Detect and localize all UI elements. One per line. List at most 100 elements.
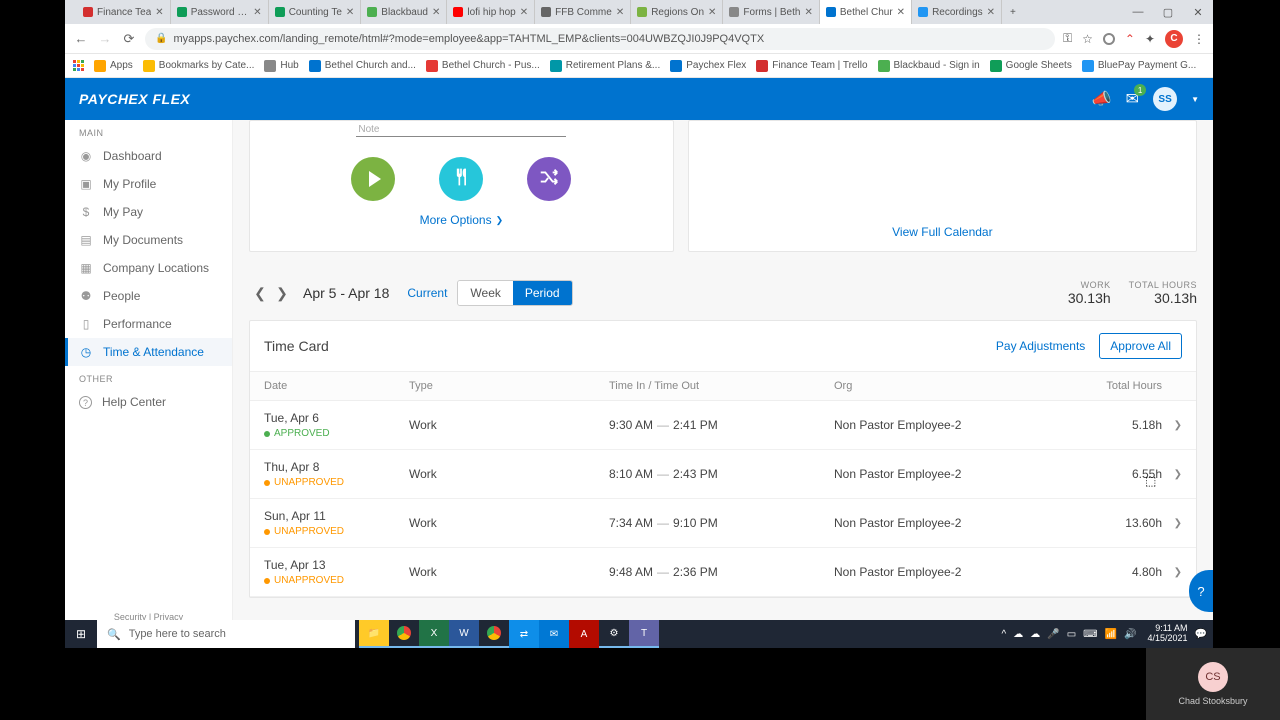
maximize-button[interactable]: ▢ [1153, 6, 1183, 19]
tray-mic-icon[interactable]: 🎤 [1047, 629, 1059, 640]
tray-chevron-icon[interactable]: ^ [1002, 629, 1007, 640]
current-link[interactable]: Current [407, 286, 447, 300]
user-avatar[interactable]: SS [1153, 87, 1177, 111]
prev-period-button[interactable]: ❮ [249, 285, 271, 302]
tab-close-icon[interactable]: ✕ [520, 7, 528, 18]
tab-close-icon[interactable]: ✕ [897, 7, 905, 18]
task-word[interactable]: W [449, 620, 479, 648]
sidebar-item[interactable]: ⚉People [65, 282, 232, 310]
task-settings[interactable]: ⚙ [599, 620, 629, 648]
bookmark-item[interactable]: Bethel Church - Pus... [426, 60, 540, 72]
bookmark-item[interactable]: Google Sheets [990, 60, 1072, 72]
pay-adjustments-link[interactable]: Pay Adjustments [996, 339, 1085, 353]
tab-close-icon[interactable]: ✕ [804, 7, 812, 18]
tab-close-icon[interactable]: ✕ [708, 7, 716, 18]
tray-keyboard-icon[interactable]: ⌨ [1083, 629, 1097, 640]
help-fab[interactable]: ? [1189, 570, 1213, 612]
browser-tab[interactable]: Blackbaud✕ [361, 0, 447, 24]
bookmark-item[interactable]: Apps [94, 60, 133, 72]
bookmark-item[interactable]: Blackbaud - Sign in [878, 60, 980, 72]
sidebar-item[interactable]: ▦Company Locations [65, 254, 232, 282]
bookmark-item[interactable]: Finance Team | Trello [756, 60, 867, 72]
chevron-right-icon[interactable]: ❯ [1162, 420, 1182, 431]
task-chrome-2[interactable] [479, 620, 509, 648]
task-excel[interactable]: X [419, 620, 449, 648]
tray-volume-icon[interactable]: 🔊 [1124, 629, 1136, 640]
week-toggle[interactable]: Week [458, 281, 512, 305]
transfer-button[interactable] [527, 157, 571, 201]
sidebar-item[interactable]: ▯Performance [65, 310, 232, 338]
extension-icon-2[interactable]: ⌃ [1125, 32, 1135, 46]
tray-cloud-icon[interactable]: ☁ [1030, 629, 1040, 640]
sidebar-item-help[interactable]: ? Help Center [65, 388, 232, 416]
sidebar-item[interactable]: ◉Dashboard [65, 142, 232, 170]
sidebar-item[interactable]: $My Pay [65, 198, 232, 226]
star-icon[interactable]: ☆ [1082, 32, 1093, 46]
messages-icon[interactable]: ✉ 1 [1126, 89, 1139, 109]
task-outlook[interactable]: ✉ [539, 620, 569, 648]
announcements-icon[interactable]: 📣 [1092, 89, 1112, 109]
close-window-button[interactable]: ✕ [1183, 6, 1213, 19]
approve-all-button[interactable]: Approve All [1099, 333, 1182, 359]
chevron-right-icon[interactable]: ❯ [1162, 518, 1182, 529]
new-tab-button[interactable]: + [1002, 7, 1024, 18]
menu-icon[interactable]: ⋮ [1193, 32, 1205, 46]
tab-close-icon[interactable]: ✕ [987, 7, 995, 18]
sidebar-item[interactable]: ▤My Documents [65, 226, 232, 254]
taskbar-search[interactable]: 🔍 Type here to search [97, 620, 355, 648]
bookmark-item[interactable]: Bookmarks by Cate... [143, 60, 255, 72]
more-options-link[interactable]: More Options ❯ [420, 213, 504, 227]
minimize-button[interactable]: — [1123, 6, 1153, 19]
tab-close-icon[interactable]: ✕ [346, 7, 354, 18]
task-teamviewer[interactable]: ⇄ [509, 620, 539, 648]
tray-battery-icon[interactable]: ▭ [1067, 629, 1076, 640]
timecard-row[interactable]: Thu, Apr 8 UNAPPROVED Work 8:10 AM—2:43 … [250, 450, 1196, 499]
tray-onedrive-icon[interactable]: ☁ [1013, 629, 1023, 640]
task-acrobat[interactable]: A [569, 620, 599, 648]
view-calendar-link[interactable]: View Full Calendar [892, 225, 993, 239]
bookmark-item[interactable]: BluePay Payment G... [1082, 60, 1196, 72]
browser-tab[interactable]: Password Sp✕ [171, 0, 269, 24]
tray-wifi-icon[interactable]: 📶 [1105, 629, 1117, 640]
start-button[interactable]: ⊞ [65, 627, 97, 641]
browser-tab[interactable]: Recordings✕ [912, 0, 1002, 24]
browser-tab[interactable]: Regions On✕ [631, 0, 723, 24]
period-toggle[interactable]: Period [513, 281, 572, 305]
taskbar-clock[interactable]: 9:11 AM 4/15/2021 [1144, 624, 1188, 644]
task-chrome[interactable] [389, 620, 419, 648]
tab-close-icon[interactable]: ✕ [616, 7, 624, 18]
tray-notifications-icon[interactable]: 💬 [1195, 629, 1207, 640]
tab-close-icon[interactable]: ✕ [432, 7, 440, 18]
sidebar-item[interactable]: ▣My Profile [65, 170, 232, 198]
bookmark-item[interactable]: Bethel Church and... [309, 60, 416, 72]
next-period-button[interactable]: ❯ [271, 285, 293, 302]
chevron-right-icon[interactable]: ❯ [1162, 469, 1182, 480]
browser-tab[interactable]: Bethel Chur✕ [820, 0, 912, 24]
browser-tab[interactable]: lofi hip hop✕ [447, 0, 535, 24]
sidebar-item[interactable]: ◷Time & Attendance [65, 338, 232, 366]
timecard-row[interactable]: Tue, Apr 6 APPROVED Work 9:30 AM—2:41 PM… [250, 401, 1196, 450]
chevron-right-icon[interactable]: ❯ [1162, 567, 1182, 578]
timecard-row[interactable]: Sun, Apr 11 UNAPPROVED Work 7:34 AM—9:10… [250, 499, 1196, 548]
bookmark-item[interactable]: Retirement Plans &... [550, 60, 660, 72]
key-icon[interactable]: ⚿ [1063, 31, 1072, 46]
extension-icon-1[interactable] [1103, 33, 1115, 45]
browser-tab[interactable]: FFB Comme✕ [535, 0, 631, 24]
profile-avatar[interactable]: C [1165, 30, 1183, 48]
url-input[interactable]: 🔒 myapps.paychex.com/landing_remote/html… [145, 28, 1055, 50]
chevron-down-icon[interactable]: ▼ [1191, 95, 1199, 104]
extensions-icon[interactable]: ✦ [1145, 32, 1155, 46]
back-button[interactable]: ← [73, 31, 89, 46]
clock-in-button[interactable] [351, 157, 395, 201]
bookmark-item[interactable]: Hub [264, 60, 298, 72]
browser-tab[interactable]: Finance Tea✕ [77, 0, 171, 24]
task-explorer[interactable]: 📁 [359, 620, 389, 648]
note-field[interactable]: Note [356, 124, 566, 137]
forward-button[interactable]: → [97, 31, 113, 46]
browser-tab[interactable]: Counting Te✕ [269, 0, 362, 24]
lunch-button[interactable] [439, 157, 483, 201]
bookmark-item[interactable]: Paychex Flex [670, 60, 746, 72]
reload-button[interactable]: ⟳ [121, 31, 137, 47]
browser-tab[interactable]: Forms | Beth✕ [723, 0, 819, 24]
tab-close-icon[interactable]: ✕ [253, 7, 261, 18]
